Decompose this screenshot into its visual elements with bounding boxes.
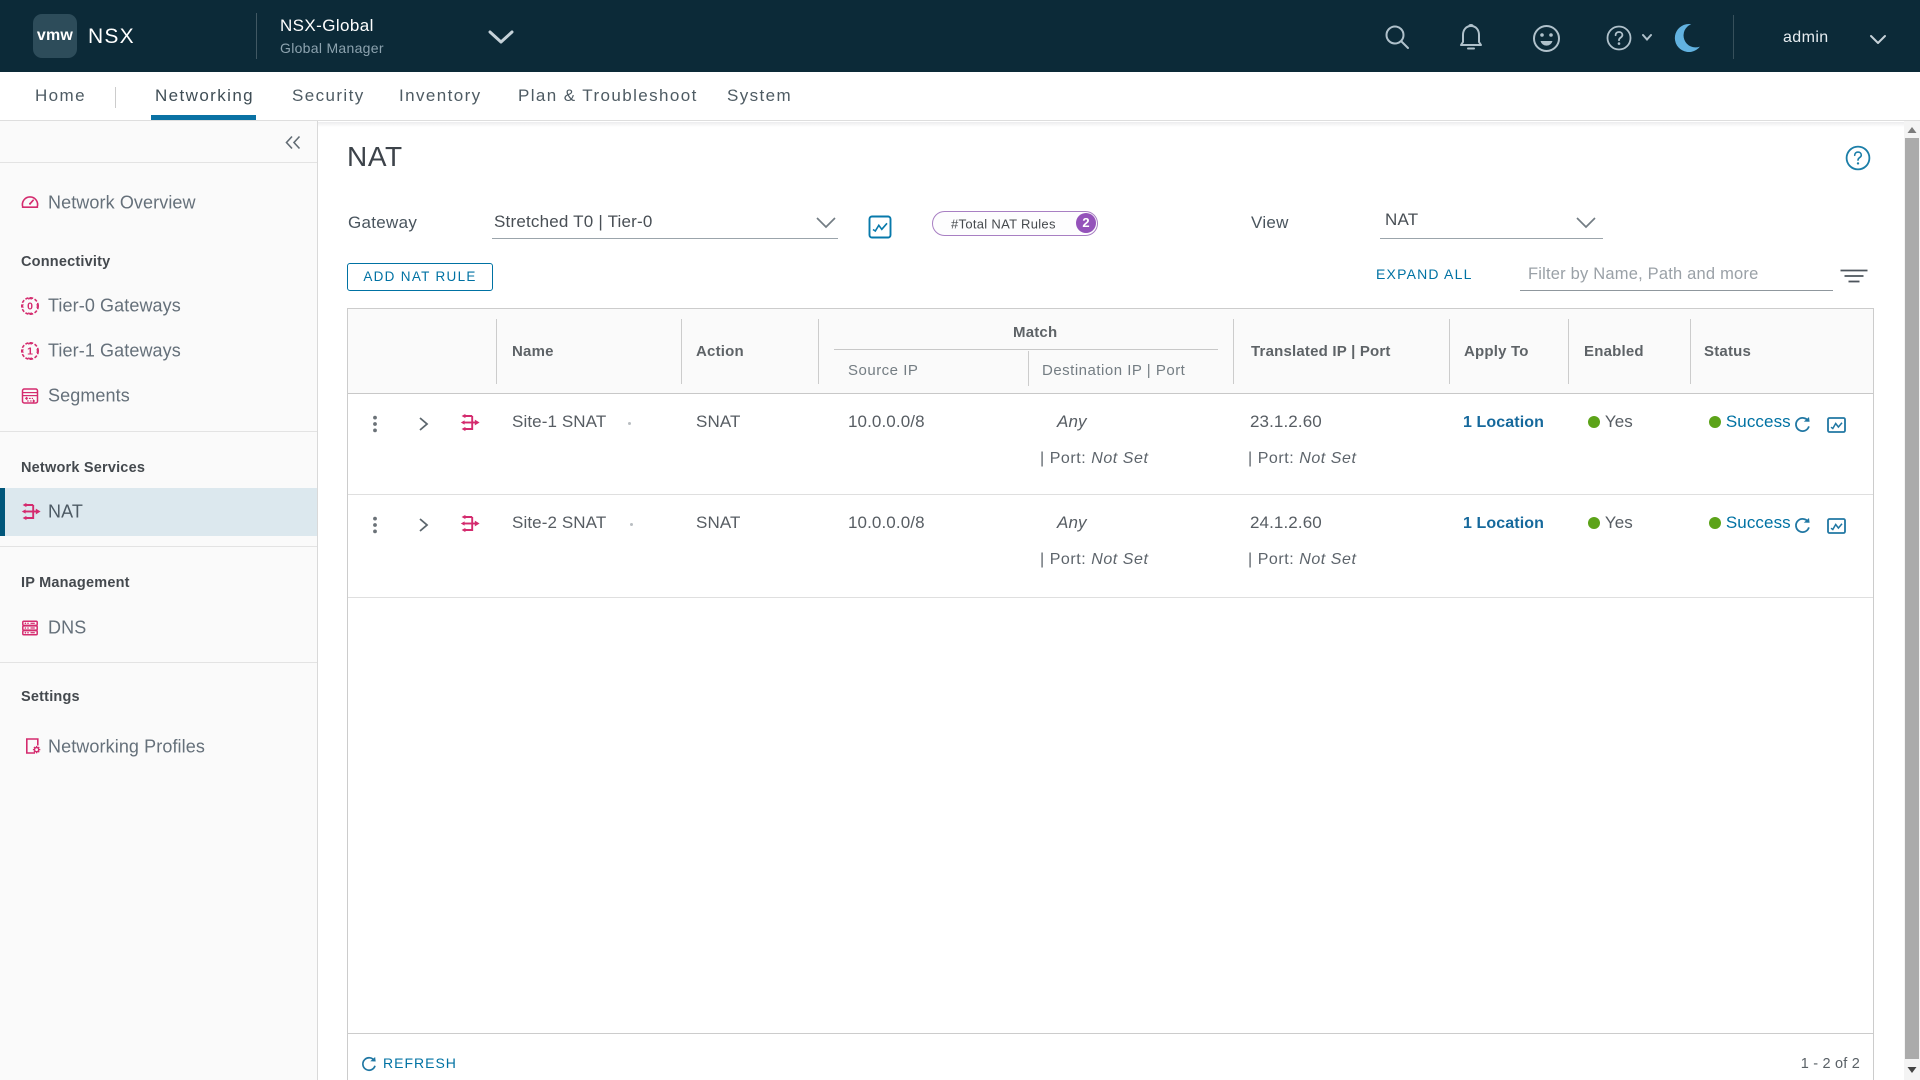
svg-text:0: 0 xyxy=(27,301,33,313)
svg-text:1: 1 xyxy=(27,346,33,358)
